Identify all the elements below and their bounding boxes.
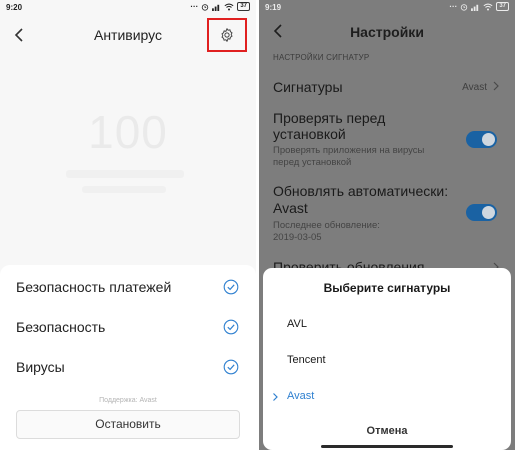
- check-circle-icon: [223, 279, 239, 295]
- option-label: Tencent: [287, 354, 326, 366]
- alarm-icon: [461, 3, 468, 11]
- option-avl[interactable]: AVL: [263, 310, 511, 340]
- scan-results-panel: Безопасность платежей Безопасность Вирус…: [0, 265, 256, 450]
- toggle-knob: [482, 133, 495, 146]
- auto-update-toggle[interactable]: [466, 204, 497, 221]
- option-label: Avast: [287, 390, 315, 402]
- dialog-title: Выберите сигнатуры: [323, 281, 451, 295]
- settings-button[interactable]: [207, 18, 247, 52]
- selected-chevron-icon: [273, 393, 278, 401]
- signatures-value: Avast: [462, 82, 487, 93]
- status-time: 9:20: [6, 3, 23, 12]
- status-time: 9:19: [265, 3, 282, 12]
- support-caption: Поддержка: Avast: [99, 397, 157, 404]
- security-score: 100: [88, 106, 168, 158]
- faded-status-line: [82, 186, 166, 193]
- check-circle-icon: [223, 319, 239, 335]
- list-item-viruses: Вирусы: [0, 347, 256, 387]
- option-avast[interactable]: Avast: [263, 382, 511, 412]
- status-icons: ··· 37: [190, 2, 250, 11]
- page-title: Настройки: [350, 24, 424, 40]
- alarm-icon: [202, 3, 209, 11]
- stop-button[interactable]: Остановить: [16, 410, 240, 439]
- signature-picker-dialog: Выберите сигнатуры AVL Tencent Avast Отм…: [263, 268, 511, 450]
- section-header: НАСТРОЙКИ СИГНАТУР: [273, 53, 370, 62]
- battery-indicator: 37: [496, 2, 509, 11]
- list-item-security: Безопасность: [0, 307, 256, 347]
- more-dots-icon: ···: [449, 2, 458, 11]
- more-dots-icon: ···: [190, 2, 199, 11]
- check-circle-icon: [223, 359, 239, 375]
- auto-update-label-line1: Обновлять автоматически:: [273, 183, 449, 199]
- faded-status-line: [66, 170, 184, 178]
- wifi-icon: [483, 3, 493, 10]
- header: Настройки: [259, 18, 515, 48]
- auto-update-desc-line2: 2019-03-05: [273, 232, 322, 243]
- list-item-label: Вирусы: [16, 359, 65, 375]
- battery-indicator: 37: [237, 2, 250, 11]
- signal-icon: [471, 4, 479, 11]
- check-before-install-toggle[interactable]: [466, 131, 497, 148]
- status-bar: 9:19 ··· 37: [259, 0, 515, 16]
- chevron-right-icon: [493, 81, 499, 91]
- list-item-label: Безопасность: [16, 319, 106, 335]
- status-icons: ··· 37: [449, 2, 509, 11]
- list-item-payment-security: Безопасность платежей: [0, 267, 256, 307]
- signatures-label[interactable]: Сигнатуры: [273, 79, 343, 95]
- auto-update-desc-line1: Последнее обновление:: [273, 220, 380, 231]
- check-before-install-label-line1: Проверять перед: [273, 110, 386, 126]
- signal-icon: [212, 4, 220, 11]
- status-bar: 9:20 ··· 37: [0, 0, 256, 16]
- settings-screen: 9:19 ··· 37 Настройки НАСТРОЙКИ СИГНАТУР…: [259, 0, 515, 450]
- auto-update-label-line2: Avast: [273, 200, 308, 216]
- wifi-icon: [224, 3, 234, 10]
- antivirus-screen: 9:20 ··· 37 Антивирус 100 Безопасность п…: [0, 0, 256, 450]
- cancel-button[interactable]: Отмена: [263, 425, 511, 437]
- gear-icon: [221, 28, 233, 42]
- check-before-install-desc-line1: Проверять приложения на вирусы: [273, 145, 425, 156]
- home-indicator: [321, 445, 453, 448]
- check-before-install-label-line2: установкой: [273, 126, 346, 142]
- list-item-label: Безопасность платежей: [16, 279, 172, 295]
- check-before-install-desc-line2: перед установкой: [273, 157, 352, 168]
- option-tencent[interactable]: Tencent: [263, 346, 511, 376]
- option-label: AVL: [287, 318, 307, 330]
- toggle-knob: [482, 206, 495, 219]
